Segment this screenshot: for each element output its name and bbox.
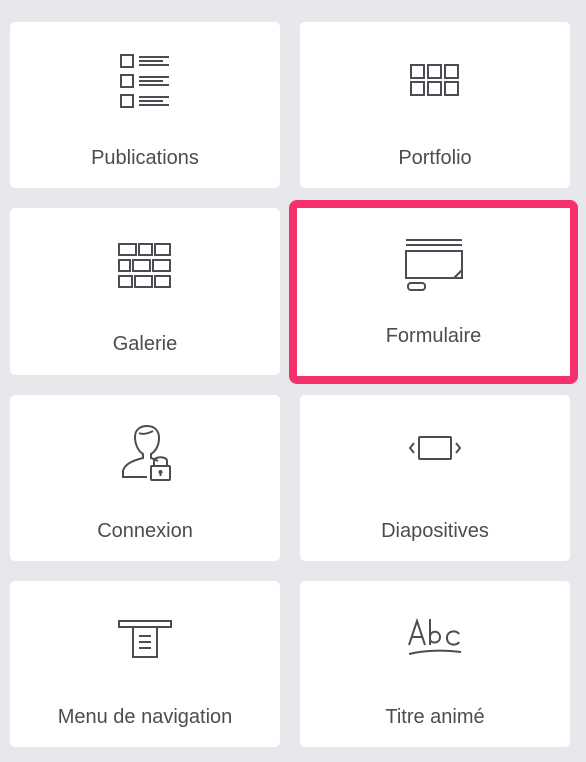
posts-list-icon (113, 50, 177, 114)
widget-titre-anime[interactable]: Titre animé (300, 581, 570, 747)
widget-label-titre-anime: Titre animé (385, 706, 485, 728)
nav-menu-icon (113, 609, 177, 673)
widget-label-diapositives: Diapositives (381, 520, 489, 542)
widget-galerie[interactable]: Galerie (10, 208, 280, 375)
widget-label-connexion: Connexion (97, 520, 193, 542)
widget-connexion[interactable]: Connexion (10, 395, 280, 561)
widget-menu-de-navigation[interactable]: Menu de navigation (10, 581, 280, 747)
widget-label-galerie: Galerie (112, 333, 178, 355)
widget-label-portfolio: Portfolio (398, 147, 472, 169)
widget-label-formulaire: Formulaire (385, 325, 482, 347)
gallery-icon (113, 236, 177, 300)
widget-diapositives[interactable]: Diapositives (300, 395, 570, 561)
portfolio-grid-icon (403, 50, 467, 114)
widget-label-menu-de-navigation: Menu de navigation (57, 706, 233, 728)
form-icon (402, 228, 466, 292)
widget-portfolio[interactable]: Portfolio (300, 22, 570, 188)
login-user-lock-icon (113, 423, 177, 487)
widget-formulaire[interactable]: Formulaire (289, 200, 578, 384)
widget-label-publications: Publications (91, 147, 199, 169)
slides-icon (403, 423, 467, 487)
widget-publications[interactable]: Publications (10, 22, 280, 188)
animated-headline-icon (403, 609, 467, 673)
